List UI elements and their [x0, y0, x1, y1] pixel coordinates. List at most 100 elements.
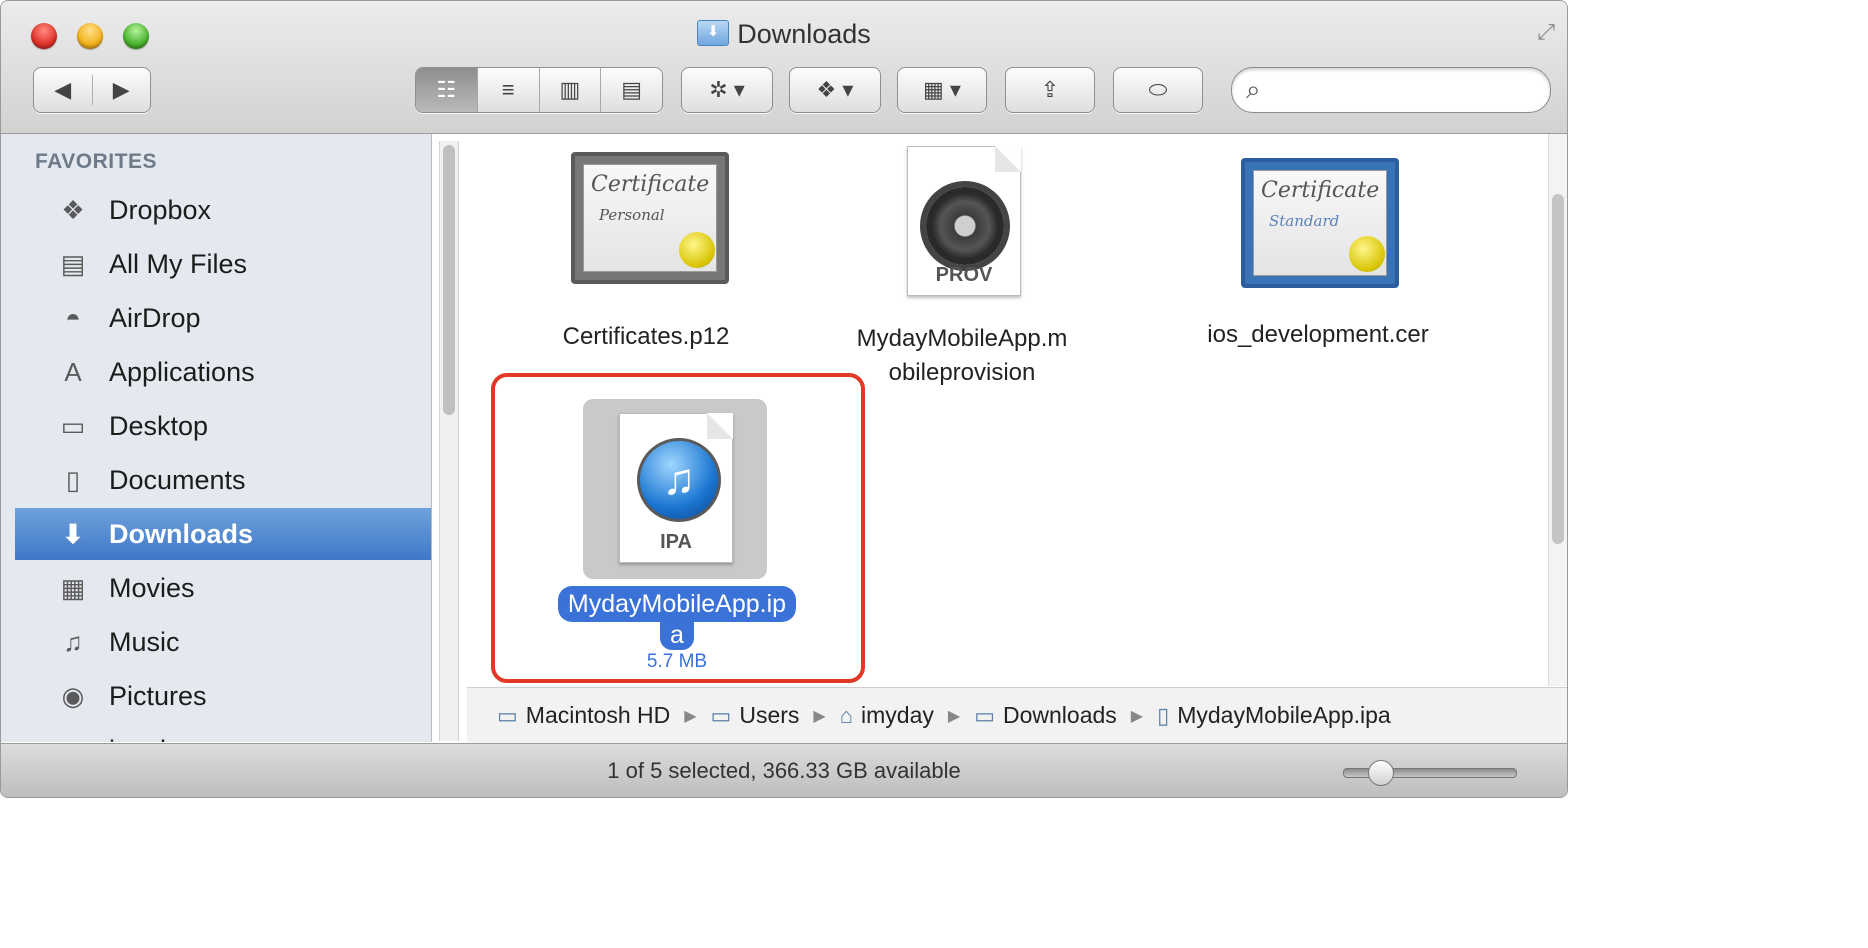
sidebar-item-label: Music [109, 626, 180, 657]
path-separator-icon: ▶ [947, 707, 961, 725]
file-mobileprovision[interactable]: PROV MydayMobileApp.m obileprovision [837, 146, 1087, 390]
back-forward-buttons: ◀ ▶ [33, 67, 151, 113]
share-button[interactable]: ⇪ [1005, 67, 1095, 113]
downloads-icon: ⬇ [62, 518, 84, 549]
status-bar: 1 of 5 selected, 366.33 GB available [1, 743, 1567, 797]
coverflow-view-button[interactable]: ▤ [601, 68, 662, 112]
sidebar-scroll-thumb[interactable] [443, 145, 455, 415]
home-icon: ⌂ [51, 735, 95, 743]
sidebar-item-desktop[interactable]: ▭ Desktop [15, 400, 431, 452]
documents-icon: ▯ [65, 464, 81, 495]
sidebar-item-pictures[interactable]: ◉ Pictures [15, 670, 431, 722]
file-name: Certificates.p12 [562, 323, 730, 350]
icon-size-slider[interactable] [1343, 760, 1517, 786]
pictures-icon: ◉ [61, 680, 85, 711]
folder-icon: ▭ [974, 702, 995, 728]
sidebar-item-label: imyday [109, 735, 195, 743]
sidebar-item-dropbox[interactable]: ❖ Dropbox [15, 184, 431, 236]
provisioning-profile-icon: PROV [907, 146, 1021, 296]
path-segment-downloads[interactable]: Downloads [1003, 702, 1117, 729]
airdrop-icon: ◓ [65, 302, 81, 333]
file-certificates-p12[interactable]: Certificate Personal Certificates.p12 [521, 150, 771, 354]
window-title: Downloads [1, 19, 1567, 50]
certificate-sub-text: Standard [1269, 212, 1340, 230]
path-separator-icon: ▶ [813, 707, 826, 725]
dropbox-icon: ❖ [61, 194, 85, 225]
applications-icon: A [64, 356, 82, 387]
page-fold [995, 146, 1021, 172]
sidebar-item-downloads[interactable]: ⬇ Downloads [15, 508, 431, 560]
desktop-icon: ▭ [60, 410, 86, 441]
content-scroll-thumb[interactable] [1552, 194, 1564, 544]
sidebar-item-music[interactable]: ♫ Music [15, 616, 431, 668]
certificate-personal-icon: Certificate Personal [571, 152, 729, 284]
search-input[interactable] [1280, 76, 1534, 104]
sidebar-item-label: Dropbox [109, 194, 212, 225]
sidebar-heading-favorites: FAVORITES [35, 150, 157, 173]
home-icon: ⌂ [839, 702, 854, 728]
path-separator-icon: ▶ [684, 707, 697, 725]
downloads-folder-icon [697, 20, 730, 46]
ipa-file-small-icon: ▯ [1157, 702, 1170, 728]
icon-view-button[interactable]: ☷ [416, 68, 478, 112]
sidebar-scrollbar[interactable] [439, 141, 459, 741]
certificate-seal-icon [1349, 236, 1385, 272]
path-segment-macintosh-hd[interactable]: Macintosh HD [526, 702, 670, 729]
path-segment-imyday[interactable]: imyday [861, 702, 934, 729]
sidebar-item-label: AirDrop [109, 302, 201, 333]
certificate-script-text: Certificate [1261, 178, 1380, 203]
action-gear-button[interactable]: ✲ ▾ [681, 67, 773, 113]
certificate-seal-icon [679, 232, 715, 268]
path-separator-icon: ▶ [1130, 707, 1144, 725]
path-bar: ▭ Macintosh HD ▶ ▭ Users ▶ ⌂ imyday ▶ ▭ … [467, 687, 1567, 743]
sidebar-item-label: Documents [109, 464, 246, 495]
status-text: 1 of 5 selected, 366.33 GB available [607, 758, 961, 783]
music-icon: ♫ [63, 626, 83, 657]
fullscreen-icon[interactable]: ⤢ [1537, 19, 1555, 45]
dropbox-menu-button[interactable]: ❖ ▾ [789, 67, 881, 113]
sidebar-item-label: Pictures [109, 680, 207, 711]
path-segment-file[interactable]: MydayMobileApp.ipa [1177, 702, 1391, 729]
search-field[interactable]: ⌕ [1231, 67, 1551, 113]
sidebar-item-all-my-files[interactable]: ▤ All My Files [15, 238, 431, 290]
sidebar-item-label: Movies [109, 572, 195, 603]
path-segment-users[interactable]: Users [739, 702, 799, 729]
gear-icon [926, 187, 1004, 265]
titlebar: Downloads ⤢ ◀ ▶ ☷ ≡ ▥ ▤ ✲ ▾ ❖ ▾ ▦ ▾ ⇪ ⬭ … [1, 1, 1567, 134]
file-type-tag: PROV [935, 264, 993, 286]
finder-window: Downloads ⤢ ◀ ▶ ☷ ≡ ▥ ▤ ✲ ▾ ❖ ▾ ▦ ▾ ⇪ ⬭ … [0, 0, 1568, 798]
view-mode-buttons: ☷ ≡ ▥ ▤ [415, 67, 663, 113]
window-title-text: Downloads [737, 19, 871, 49]
search-icon: ⌕ [1246, 74, 1261, 104]
certificate-sub-text: Personal [599, 206, 665, 224]
file-ios-development-cer[interactable]: Certificate Standard ios_development.cer [1193, 152, 1443, 352]
forward-button[interactable]: ▶ [93, 77, 151, 103]
list-view-button[interactable]: ≡ [478, 68, 540, 112]
file-name-line1: MydayMobileApp.m [856, 325, 1068, 352]
sidebar-item-label: Desktop [109, 410, 209, 441]
sidebar: FAVORITES ❖ Dropbox ▤ All My Files ◓ AirDro… [1, 134, 432, 742]
sidebar-item-applications[interactable]: A Applications [15, 346, 431, 398]
certificate-script-text: Certificate [591, 172, 710, 197]
sidebar-item-imyday[interactable]: ⌂ imyday [15, 724, 431, 743]
edit-tags-button[interactable]: ⬭ [1113, 67, 1203, 113]
sidebar-item-label: Applications [109, 356, 255, 387]
all-files-icon: ▤ [60, 248, 86, 279]
file-name: ios_development.cer [1207, 321, 1429, 348]
arrange-button[interactable]: ▦ ▾ [897, 67, 987, 113]
sidebar-item-label: Downloads [109, 518, 254, 549]
folder-icon: ▭ [710, 702, 732, 728]
certificate-standard-icon: Certificate Standard [1241, 158, 1399, 288]
sidebar-item-airdrop[interactable]: ◓ AirDrop [15, 292, 431, 344]
annotation-highlight-box [491, 373, 865, 683]
content-scrollbar[interactable] [1548, 134, 1567, 686]
sidebar-item-label: All My Files [109, 248, 248, 279]
slider-knob[interactable] [1368, 760, 1394, 786]
movies-icon: ▦ [60, 572, 86, 603]
file-name-line2: obileprovision [888, 359, 1036, 386]
hard-drive-icon: ▭ [497, 702, 518, 728]
sidebar-item-documents[interactable]: ▯ Documents [15, 454, 431, 506]
sidebar-item-movies[interactable]: ▦ Movies [15, 562, 431, 614]
back-button[interactable]: ◀ [34, 77, 92, 103]
column-view-button[interactable]: ▥ [540, 68, 602, 112]
